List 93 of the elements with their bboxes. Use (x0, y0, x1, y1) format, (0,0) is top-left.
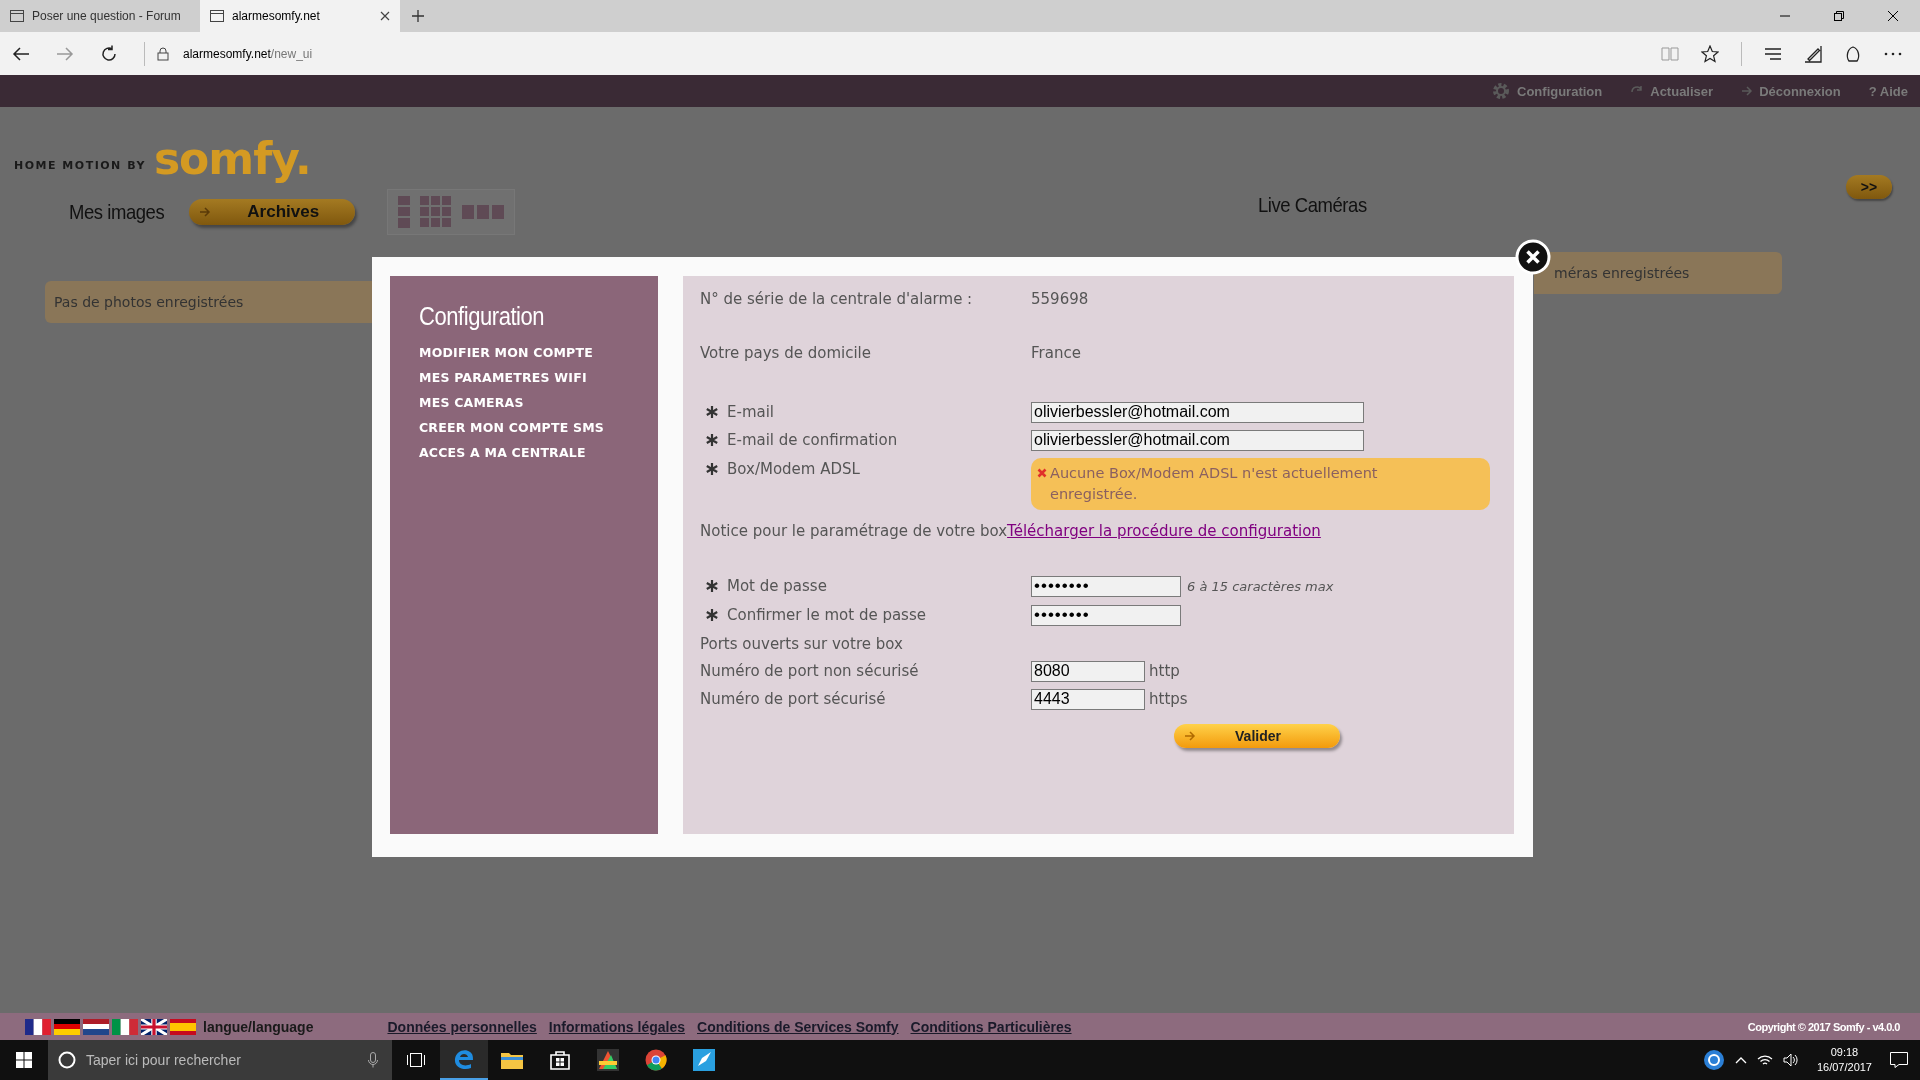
footer-link[interactable]: Conditions de Services Somfy (697, 1018, 899, 1035)
field-label: Mot de passe (727, 577, 827, 595)
section-title: Live Caméras (1258, 193, 1367, 217)
volume-icon[interactable] (1782, 1053, 1799, 1067)
top-link[interactable]: Configuration (1491, 81, 1603, 101)
input-field[interactable]: 4443 (1031, 688, 1145, 710)
chrome-icon (645, 1049, 667, 1071)
search-icon (58, 1051, 76, 1069)
input-field[interactable]: 8080 (1031, 660, 1145, 682)
star-icon[interactable] (1701, 44, 1719, 63)
restore-icon[interactable] (1834, 11, 1844, 21)
password-field[interactable]: •••••••• (1031, 575, 1181, 597)
microphone-icon[interactable] (368, 1052, 378, 1068)
field-label: N° de série de la centrale d'alarme : (700, 290, 973, 308)
top-link[interactable]: Actualiser (1630, 83, 1714, 99)
input-field[interactable]: olivierbessler@hotmail.com (1031, 401, 1364, 423)
field-label: Numéro de port non sécurisé (700, 662, 919, 680)
sidebar-title: Configuration (419, 302, 545, 331)
field-label: Box/Modem ADSL (727, 460, 860, 478)
field-label: Confirmer le mot de passe (727, 606, 926, 624)
search-field[interactable]: Taper ici pour rechercher (48, 1040, 392, 1080)
browser-tab[interactable]: alarmesomfy.net (200, 0, 400, 32)
arrow-icon (1741, 86, 1754, 96)
field-label: Numéro de port sécurisé (700, 690, 886, 708)
more-icon[interactable] (1884, 51, 1902, 56)
page-icon (210, 10, 224, 22)
top-link[interactable]: Déconnexion (1741, 83, 1841, 99)
field-label: E-mail (727, 403, 775, 421)
sidebar-item[interactable]: ACCES A MA CENTRALE (419, 445, 658, 460)
field-label: Votre pays de domicile (700, 344, 871, 362)
flag-icon[interactable] (141, 1018, 167, 1035)
shopping-bag-icon (550, 1050, 570, 1070)
protocol-label: http (1149, 662, 1180, 680)
password-field[interactable]: •••••••• (1031, 604, 1181, 626)
clock-time[interactable]: 09:18 (1830, 1045, 1859, 1060)
submit-button[interactable]: Valider (1174, 724, 1340, 748)
windows-icon (16, 1052, 32, 1068)
language-label: langue/language (203, 1018, 314, 1035)
wifi-icon[interactable] (1756, 1053, 1773, 1067)
hint-text: 6 à 15 caractères max (1187, 578, 1334, 594)
page-icon (10, 10, 24, 22)
copyright-text: Copyright © 2017 Somfy - v4.0.0 (1747, 1020, 1900, 1033)
refresh-icon[interactable] (100, 44, 118, 63)
caret-icon[interactable] (1734, 1056, 1747, 1064)
close-icon[interactable] (380, 11, 390, 21)
forward-icon[interactable] (56, 46, 74, 61)
close-button[interactable] (1515, 239, 1551, 275)
task-view-icon (407, 1053, 425, 1067)
close-icon[interactable] (1888, 11, 1898, 21)
field-value: France (1031, 344, 1081, 362)
footer-link[interactable]: Données personnelles (387, 1018, 537, 1035)
input-field[interactable]: olivierbessler@hotmail.com (1031, 429, 1364, 451)
notification-icon[interactable] (1890, 1052, 1908, 1068)
clock-date[interactable]: 16/07/2017 (1816, 1060, 1872, 1075)
sidebar-item[interactable]: MODIFIER MON COMPTE (419, 345, 658, 360)
error-icon (1037, 468, 1047, 478)
browser-taskbar-button[interactable] (440, 1040, 488, 1080)
back-icon[interactable] (12, 46, 30, 61)
top-link[interactable]: ? Aide (1868, 83, 1908, 99)
download-link[interactable]: Télécharger la procédure de configuration (1007, 522, 1321, 540)
folder-icon (501, 1051, 523, 1069)
footer-link[interactable]: Conditions Particulières (910, 1018, 1072, 1035)
lines-icon[interactable] (1764, 46, 1782, 61)
sidebar-item[interactable]: MES PARAMETRES WIFI (419, 370, 658, 385)
app-icon (597, 1049, 619, 1071)
footer-link[interactable]: Informations légales (548, 1018, 685, 1035)
arrow-icon (199, 207, 212, 217)
flag-icon[interactable] (83, 1018, 109, 1035)
browser-icon (453, 1048, 475, 1070)
expand-button[interactable]: >> (1846, 175, 1892, 199)
field-label: E-mail de confirmation (727, 431, 898, 449)
field-value: 559698 (1031, 290, 1089, 308)
logo: somfy. (153, 137, 311, 183)
section-title: Mes images (69, 200, 165, 224)
field-label: Ports ouverts sur votre box (700, 634, 903, 653)
warning-text: Aucune Box/Modem ADSL n'est actuellement enregistrée. (1050, 464, 1379, 504)
field-label: Notice pour le paramétrage de votre box (700, 522, 1008, 540)
lock-icon (157, 46, 169, 61)
info-panel: méras enregistrées (1534, 252, 1782, 294)
pen-icon[interactable] (1804, 44, 1822, 63)
flag-icon[interactable] (25, 1018, 51, 1035)
gear-icon (1491, 81, 1512, 101)
rocket-icon (693, 1049, 715, 1071)
plus-icon[interactable] (412, 10, 424, 22)
protocol-label: https (1149, 690, 1188, 708)
archives-button[interactable]: Archives (189, 199, 356, 225)
logo-tagline: HOME MOTION BY (14, 159, 146, 174)
browser-tab[interactable]: Poser une question - Forum (0, 0, 200, 32)
sidebar-item[interactable]: CREER MON COMPTE SMS (419, 420, 658, 435)
arrow-icon (1184, 731, 1196, 741)
sidebar-item[interactable]: MES CAMERAS (419, 395, 658, 410)
flag-icon[interactable] (54, 1018, 80, 1035)
address-bar[interactable]: alarmesomfy.net/new_ui (183, 46, 313, 61)
